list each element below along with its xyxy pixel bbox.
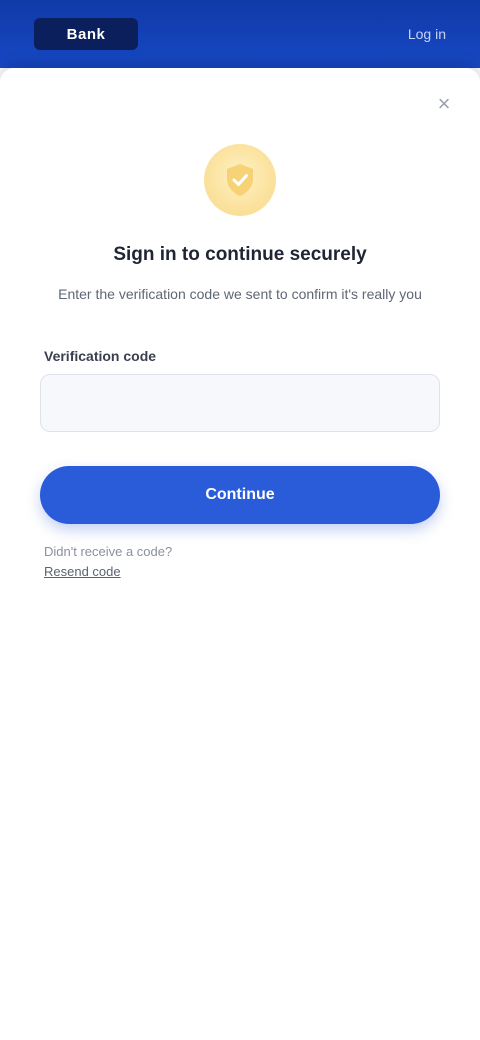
top-app-bar: Bank Log in <box>0 0 480 68</box>
login-link[interactable]: Log in <box>398 20 456 48</box>
verification-code-input[interactable] <box>40 374 440 432</box>
bank-logo[interactable]: Bank <box>34 18 138 50</box>
resend-code-link[interactable]: Resend code <box>44 564 121 579</box>
verification-code-label: Verification code <box>44 348 157 364</box>
page-title: Sign in to continue securely <box>113 244 367 265</box>
logo-text: Bank <box>66 25 106 43</box>
helper-text: Didn't receive a code? <box>44 544 173 559</box>
verification-sheet: × Sign in to continue securely Enter the… <box>0 68 480 1040</box>
shield-icon <box>204 144 276 216</box>
page-subtitle: Enter the verification code we sent to c… <box>58 286 422 302</box>
continue-button[interactable]: Continue <box>40 466 440 524</box>
helper-text-block: Didn't receive a code? Resend code <box>44 542 436 582</box>
shield-glyph <box>227 164 253 196</box>
close-icon[interactable]: × <box>430 90 458 118</box>
